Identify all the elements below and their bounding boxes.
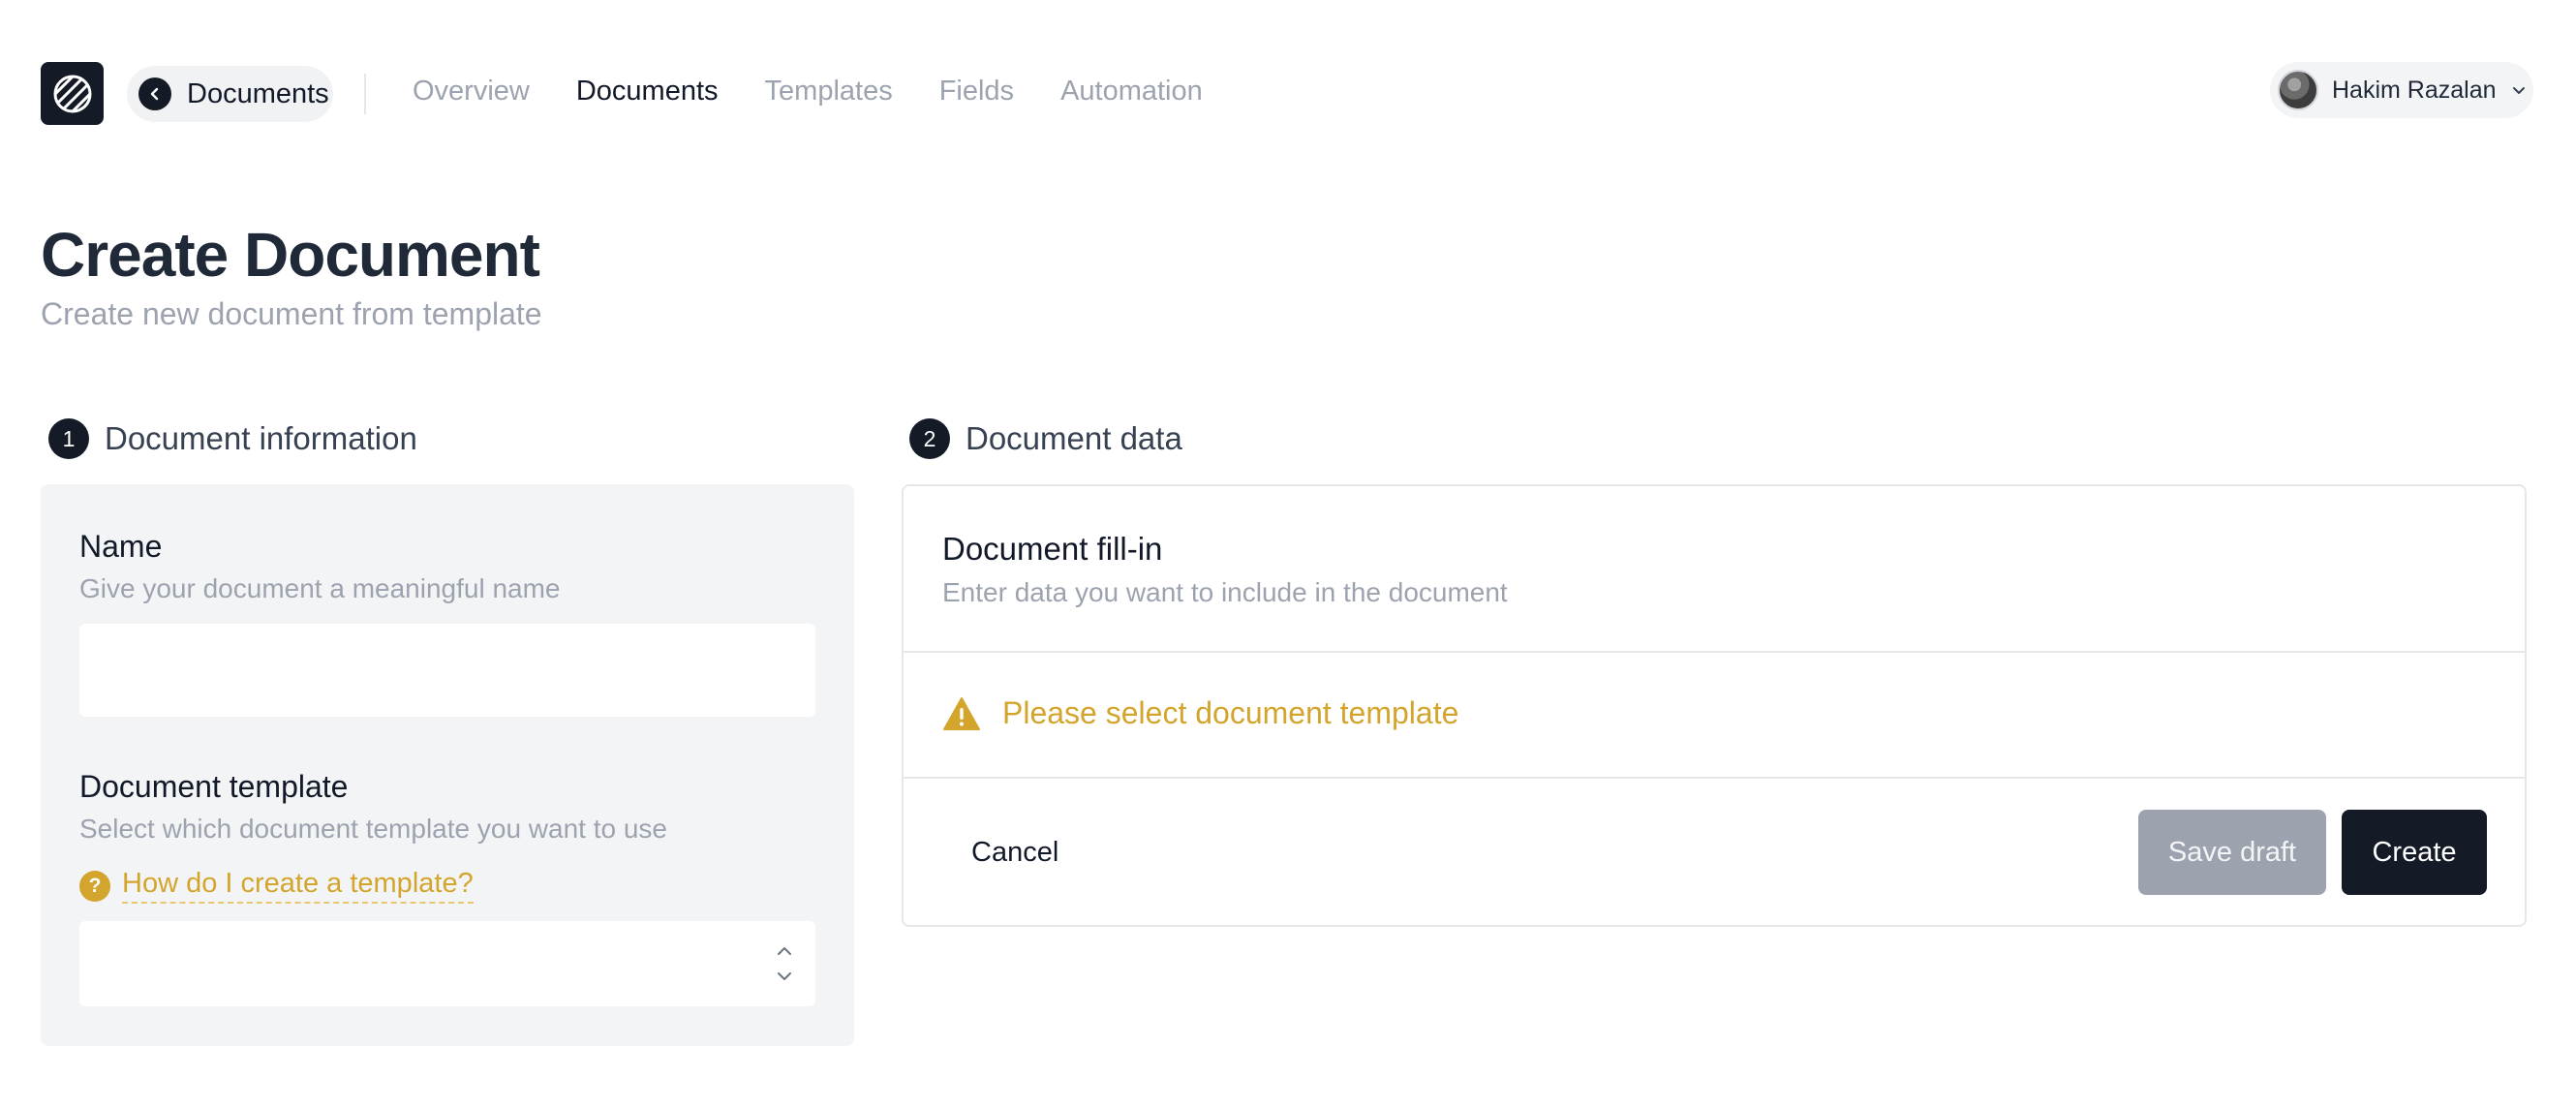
- name-description: Give your document a meaningful name: [79, 573, 561, 603]
- create-button[interactable]: Create: [2342, 810, 2487, 895]
- header-divider: [364, 74, 366, 114]
- user-name: Hakim Razalan: [2332, 76, 2497, 104]
- divider: [904, 651, 2525, 653]
- step-document-information: 1 Document information: [48, 418, 417, 459]
- save-draft-button[interactable]: Save draft: [2138, 810, 2326, 895]
- user-menu[interactable]: Hakim Razalan: [2270, 62, 2533, 118]
- step-title: Document information: [105, 420, 417, 456]
- document-information-panel: Name Give your document a meaningful nam…: [41, 484, 854, 1046]
- main-nav: Overview Documents Templates Fields Auto…: [413, 76, 1249, 108]
- back-button-label: Documents: [187, 77, 329, 109]
- divider: [904, 777, 2525, 779]
- step-number: 1: [48, 418, 89, 459]
- warning-icon: [943, 696, 980, 730]
- create-document-page: Documents Overview Documents Templates F…: [0, 0, 2576, 1108]
- template-label: Document template: [79, 769, 349, 804]
- app-logo[interactable]: [41, 62, 104, 125]
- fill-in-title: Document fill-in: [942, 531, 1163, 567]
- chevron-down-icon: [2512, 87, 2525, 94]
- template-warning: Please select document template: [942, 695, 1458, 731]
- nav-automation[interactable]: Automation: [1060, 76, 1203, 108]
- document-data-panel: Document fill-in Enter data you want to …: [902, 484, 2527, 927]
- chevron-left-icon: [138, 77, 171, 110]
- name-input[interactable]: [79, 624, 815, 717]
- help-link-text: How do I create a template?: [122, 868, 474, 904]
- page-subtitle: Create new document from template: [41, 296, 542, 331]
- nav-templates[interactable]: Templates: [765, 76, 893, 108]
- step-document-data: 2 Document data: [909, 418, 1182, 459]
- fill-in-description: Enter data you want to include in the do…: [942, 577, 1508, 607]
- create-template-help-link[interactable]: ? How do I create a template?: [79, 868, 474, 904]
- nav-overview[interactable]: Overview: [413, 76, 530, 108]
- cancel-button[interactable]: Cancel: [971, 837, 1058, 869]
- warning-text: Please select document template: [1002, 695, 1459, 730]
- template-select[interactable]: [79, 921, 815, 1006]
- striped-logo-icon: [53, 75, 91, 112]
- step-title: Document data: [966, 420, 1182, 456]
- page-title: Create Document: [41, 220, 540, 290]
- back-to-documents-button[interactable]: Documents: [127, 66, 333, 122]
- template-description: Select which document template you want …: [79, 814, 668, 844]
- question-icon: ?: [79, 870, 110, 902]
- avatar: [2278, 70, 2318, 110]
- step-number: 2: [909, 418, 950, 459]
- name-label: Name: [79, 529, 163, 564]
- select-arrows-icon: [778, 947, 791, 980]
- nav-documents[interactable]: Documents: [576, 76, 719, 108]
- nav-fields[interactable]: Fields: [939, 76, 1014, 108]
